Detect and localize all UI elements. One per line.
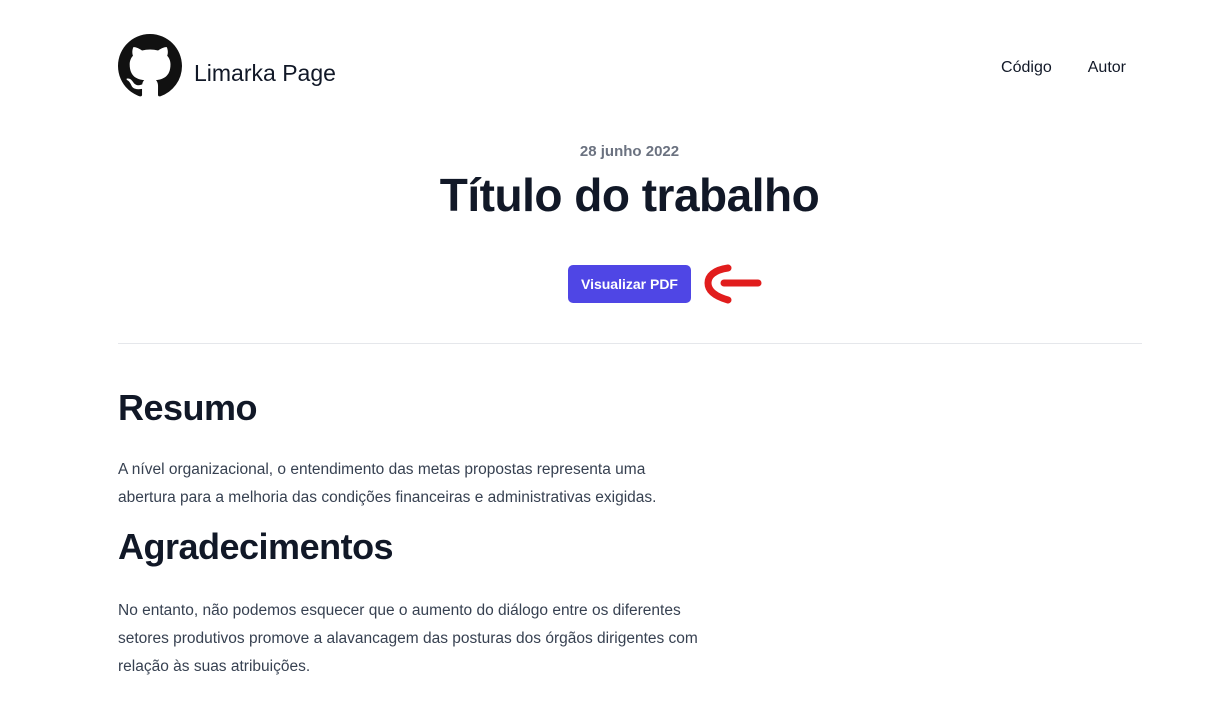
- nav-link-codigo[interactable]: Código: [1001, 57, 1052, 79]
- article-content: Resumo A nível organizacional, o entendi…: [118, 380, 698, 681]
- site-header: Limarka Page Código Autor: [118, 34, 1142, 98]
- view-pdf-button[interactable]: Visualizar PDF: [568, 265, 691, 303]
- section-text-resumo: A nível organizacional, o entendimento d…: [118, 461, 657, 506]
- nav-link-autor[interactable]: Autor: [1088, 57, 1126, 79]
- section-heading-agradecimentos: Agradecimentos: [118, 526, 394, 567]
- section-divider: [118, 343, 1142, 344]
- github-icon[interactable]: [118, 34, 182, 98]
- site-title[interactable]: Limarka Page: [194, 58, 336, 88]
- red-arrow-left-icon: [704, 264, 762, 304]
- section-heading-resumo: Resumo: [118, 387, 258, 428]
- publish-date: 28 junho 2022: [579, 143, 680, 160]
- section-text-agradecimentos: No entanto, não podemos esquecer que o a…: [118, 602, 698, 675]
- main-nav: Código Autor: [1001, 57, 1126, 79]
- page-title: Título do trabalho: [439, 169, 820, 221]
